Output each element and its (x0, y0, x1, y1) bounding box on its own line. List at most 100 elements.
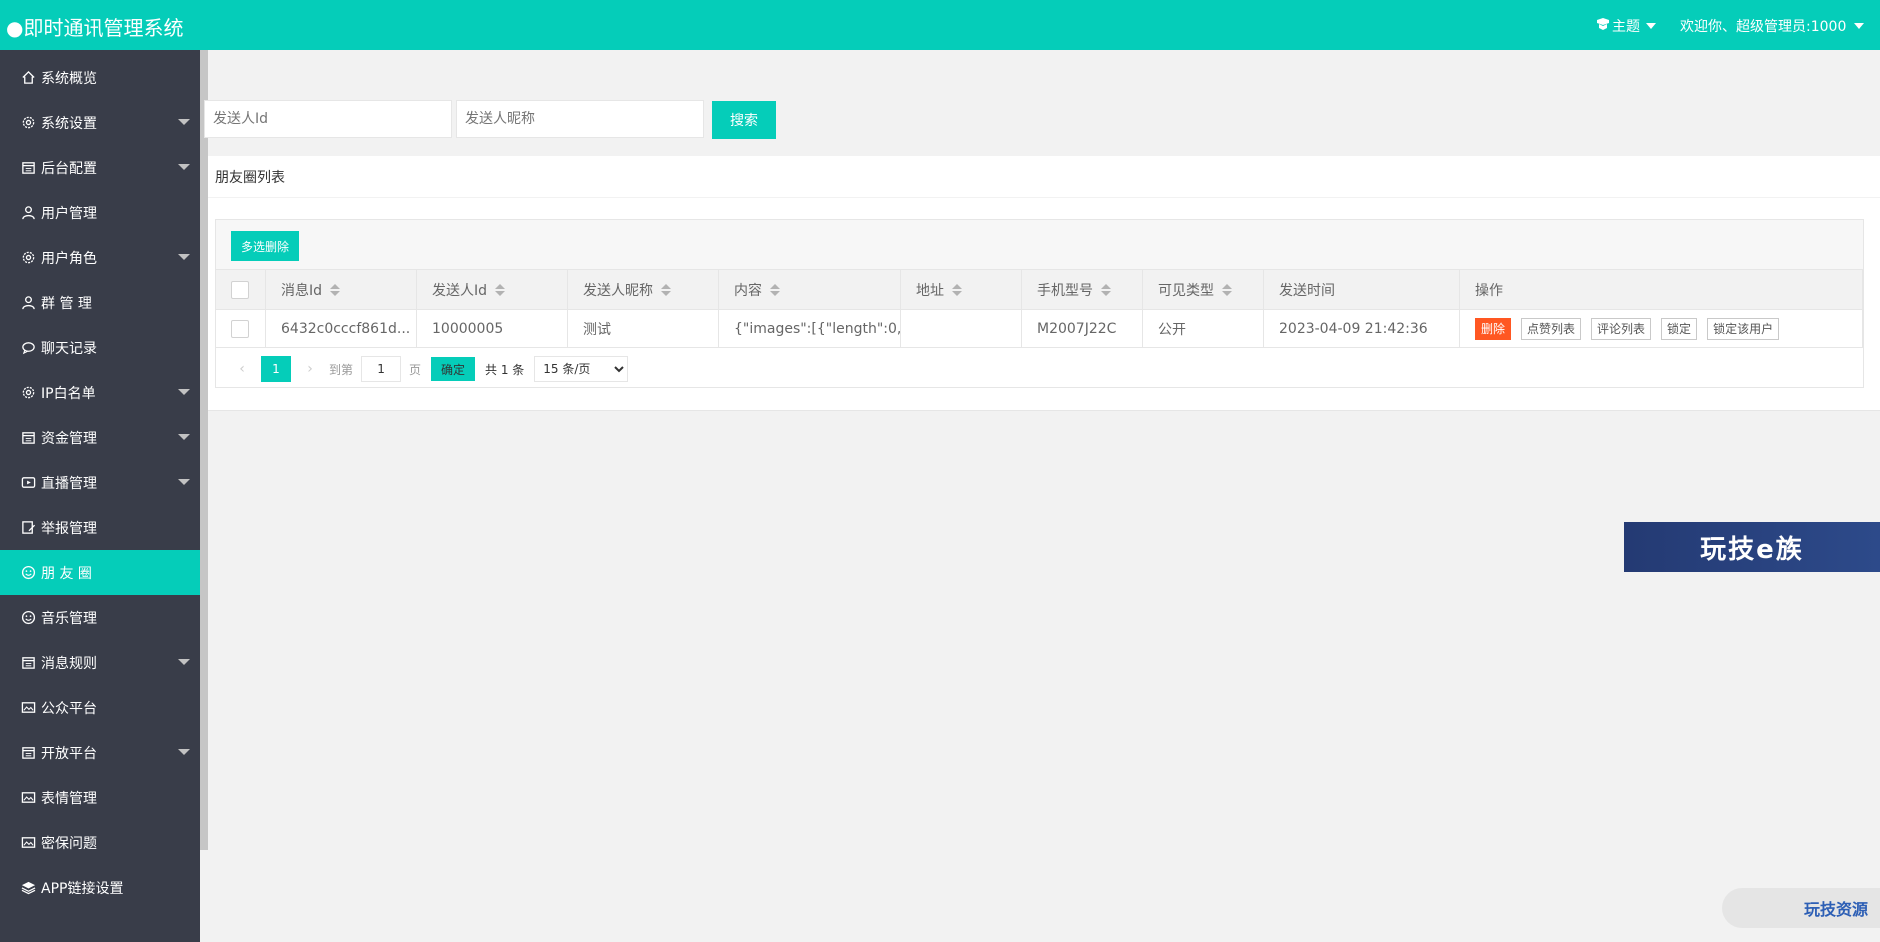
top-header: ●即时通讯管理系统 主题 欢迎你、超级管理员:1000 (0, 0, 1880, 50)
cell-msg-id: 6432c0cccf861d... (266, 310, 417, 347)
col-phone-model[interactable]: 手机型号 (1022, 270, 1143, 309)
calendar-icon (20, 430, 36, 446)
col-actions: 操作 (1460, 270, 1863, 309)
table-row: 6432c0cccf861d... 10000005 测试 {"images":… (216, 310, 1863, 348)
app-title: ●即时通讯管理系统 (6, 16, 184, 40)
sidebar-item[interactable]: 用户角色 (0, 235, 200, 280)
cell-send-time: 2023-04-09 21:42:36 (1264, 310, 1460, 347)
sidebar-item[interactable]: APP链接设置 (0, 865, 200, 910)
sidebar-item-label: 资金管理 (41, 430, 97, 447)
col-content[interactable]: 内容 (719, 270, 901, 309)
sender-id-input[interactable] (204, 100, 452, 138)
sidebar-item[interactable]: IP白名单 (0, 370, 200, 415)
gear-icon (20, 115, 36, 131)
col-msg-id[interactable]: 消息Id (266, 270, 417, 309)
user-icon (20, 205, 36, 221)
chevron-down-icon (178, 254, 190, 260)
sidebar-item[interactable]: 群 管 理 (0, 280, 200, 325)
col-sender-id[interactable]: 发送人Id (417, 270, 568, 309)
sidebar-item[interactable]: 后台配置 (0, 145, 200, 190)
sidebar-item-label: 直播管理 (41, 475, 97, 492)
watermark-corner-logo: 玩技资源 (1722, 888, 1880, 928)
sidebar-item-label: 朋 友 圈 (41, 565, 92, 582)
calendar-icon (20, 655, 36, 671)
sidebar-item[interactable]: 开放平台 (0, 730, 200, 775)
sort-icon[interactable] (1101, 283, 1111, 296)
select-all-checkbox[interactable] (231, 280, 249, 299)
likes-list-button[interactable]: 点赞列表 (1521, 317, 1582, 340)
col-sender-nick[interactable]: 发送人昵称 (568, 270, 719, 309)
col-visibility[interactable]: 可见类型 (1143, 270, 1264, 309)
user-menu[interactable]: 欢迎你、超级管理员:1000 (1680, 16, 1865, 36)
sort-icon[interactable] (661, 283, 671, 296)
sidebar-scrollbar[interactable] (200, 50, 208, 850)
sidebar-item[interactable]: 系统概览 (0, 55, 200, 100)
smile-icon (20, 610, 36, 626)
sidebar-item[interactable]: 公众平台 (0, 685, 200, 730)
page-size-select[interactable]: 15 条/页 (534, 356, 629, 382)
row-checkbox-cell (216, 310, 266, 347)
sidebar-item-label: 后台配置 (41, 160, 97, 177)
sidebar-item[interactable]: 消息规则 (0, 640, 200, 685)
user-icon (20, 295, 36, 311)
theme-menu[interactable]: 主题 (1596, 16, 1656, 36)
layers-icon (20, 880, 36, 896)
table-toolbar: 多选删除 (216, 220, 1863, 270)
cell-content: {"images":[{"length":0,... (719, 310, 901, 347)
sort-icon[interactable] (952, 283, 962, 296)
gear-icon (20, 385, 36, 401)
user-label: 欢迎你、超级管理员:1000 (1680, 19, 1847, 35)
select-all-checkbox-cell (216, 270, 266, 309)
sidebar-item-label: 消息规则 (41, 655, 97, 672)
image-icon (20, 835, 36, 851)
sidebar-item[interactable]: 系统设置 (0, 100, 200, 145)
sidebar-item[interactable]: 聊天记录 (0, 325, 200, 370)
sidebar-item[interactable]: 表情管理 (0, 775, 200, 820)
watermark-banner: 玩技e族 (1624, 522, 1880, 572)
lock-button[interactable]: 锁定 (1661, 317, 1698, 340)
moments-table: 多选删除 消息Id 发送人Id 发送人昵称 内容 地址 手机型号 可见类型 发送… (215, 219, 1864, 388)
goto-page-input[interactable] (361, 356, 402, 382)
goto-label: 到第 (329, 362, 354, 377)
goto-confirm-button[interactable]: 确定 (431, 357, 476, 381)
home-icon (20, 70, 36, 86)
sidebar-item-label: 用户管理 (41, 205, 97, 222)
chevron-down-icon (1646, 23, 1656, 29)
col-address[interactable]: 地址 (901, 270, 1022, 309)
gear-icon (20, 250, 36, 266)
prev-page-icon[interactable]: ‹ (231, 356, 253, 382)
sidebar-item[interactable]: 直播管理 (0, 460, 200, 505)
sort-icon[interactable] (495, 283, 506, 296)
edit-icon (20, 520, 36, 536)
pagination: ‹ 1 › 到第 页 确定 共 1 条 15 条/页 (216, 349, 1863, 389)
sort-icon[interactable] (1222, 283, 1232, 296)
multi-delete-button[interactable]: 多选删除 (231, 231, 299, 261)
next-page-icon[interactable]: › (299, 356, 321, 382)
card-title: 朋友圈列表 (208, 156, 1880, 198)
chevron-down-icon (178, 659, 190, 665)
sidebar-item[interactable]: 密保问题 (0, 820, 200, 865)
row-checkbox[interactable] (231, 319, 249, 338)
sidebar-item[interactable]: 朋 友 圈 (0, 550, 200, 595)
cell-phone-model: M2007J22C (1022, 310, 1143, 347)
total-count: 共 1 条 (485, 362, 525, 377)
sidebar-item[interactable]: 举报管理 (0, 505, 200, 550)
current-page[interactable]: 1 (261, 356, 291, 382)
page-unit-label: 页 (409, 362, 422, 377)
lock-user-button[interactable]: 锁定该用户 (1707, 317, 1780, 340)
search-button[interactable]: 搜索 (712, 101, 776, 139)
comments-list-button[interactable]: 评论列表 (1591, 317, 1652, 340)
sidebar-item[interactable]: 资金管理 (0, 415, 200, 460)
cell-address (901, 310, 1022, 347)
sidebar-item[interactable]: 音乐管理 (0, 595, 200, 640)
sidebar-item-label: 密保问题 (41, 835, 97, 852)
sidebar-item-label: 系统设置 (41, 115, 97, 132)
sender-nick-input[interactable] (456, 100, 704, 138)
smile-icon (20, 565, 36, 581)
sort-icon[interactable] (770, 283, 780, 296)
sidebar-item[interactable]: 用户管理 (0, 190, 200, 235)
delete-button[interactable]: 删除 (1475, 317, 1512, 340)
chevron-down-icon (178, 389, 190, 395)
sidebar-item-label: 举报管理 (41, 520, 97, 537)
sort-icon[interactable] (330, 283, 341, 296)
